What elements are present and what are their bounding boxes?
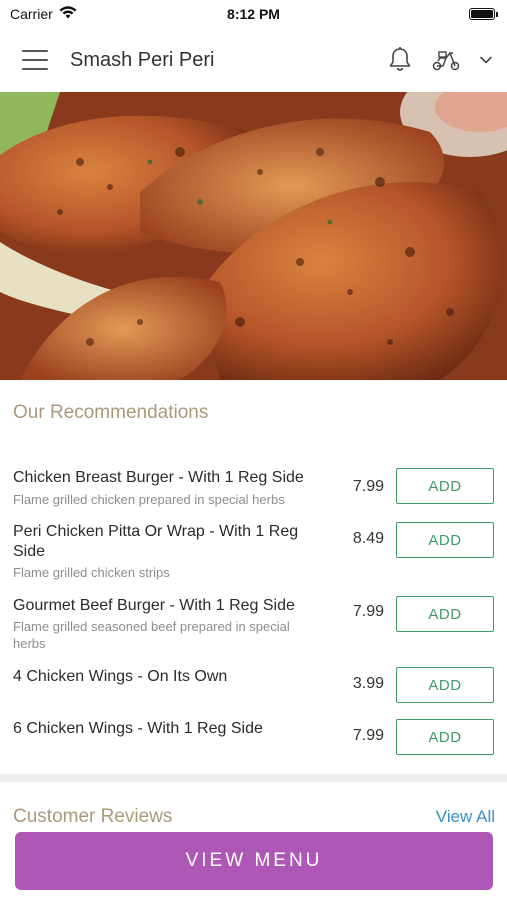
menu-icon[interactable] xyxy=(22,50,48,70)
item-price: 7.99 xyxy=(352,478,384,495)
item-price: 7.99 xyxy=(352,603,384,620)
scooter-icon[interactable] xyxy=(431,48,461,72)
item-name: 4 Chicken Wings - On Its Own xyxy=(13,668,228,685)
add-button[interactable]: ADD xyxy=(396,667,494,703)
bell-icon[interactable] xyxy=(387,46,413,74)
item-name: Gourmet Beef Burger - With 1 Reg Side xyxy=(13,597,295,614)
add-button[interactable]: ADD xyxy=(396,719,494,755)
chevron-down-icon[interactable] xyxy=(479,55,493,65)
wifi-icon xyxy=(59,6,77,22)
item-description: Flame grilled chicken prepared in specia… xyxy=(13,492,285,507)
carrier-label: Carrier xyxy=(10,6,53,22)
hero-food-image xyxy=(0,92,507,380)
item-description: Flame grilled seasoned beef prepared in … xyxy=(13,619,290,651)
item-price: 7.99 xyxy=(352,727,384,744)
status-left: Carrier xyxy=(10,6,77,22)
item-name: Peri Chicken Pitta Or Wrap - With 1 Reg … xyxy=(13,523,299,560)
item-name: Chicken Breast Burger - With 1 Reg Side xyxy=(13,469,304,486)
add-button[interactable]: ADD xyxy=(396,596,494,632)
add-button[interactable]: ADD xyxy=(396,522,494,558)
app-header: Smash Peri Peri xyxy=(0,28,507,92)
app-title: Smash Peri Peri xyxy=(70,48,215,71)
item-description: Flame grilled chicken strips xyxy=(13,565,170,580)
item-name: 6 Chicken Wings - With 1 Reg Side xyxy=(13,720,263,737)
header-icons xyxy=(387,46,493,74)
add-button[interactable]: ADD xyxy=(396,468,494,504)
section-divider xyxy=(0,774,507,782)
battery-icon xyxy=(469,8,498,20)
item-price: 3.99 xyxy=(352,675,384,692)
item-price: 8.49 xyxy=(352,530,384,547)
recommendations-title: Our Recommendations xyxy=(13,402,209,423)
status-bar: Carrier 8:12 PM xyxy=(0,0,507,28)
view-menu-button[interactable]: VIEW MENU xyxy=(15,832,493,890)
